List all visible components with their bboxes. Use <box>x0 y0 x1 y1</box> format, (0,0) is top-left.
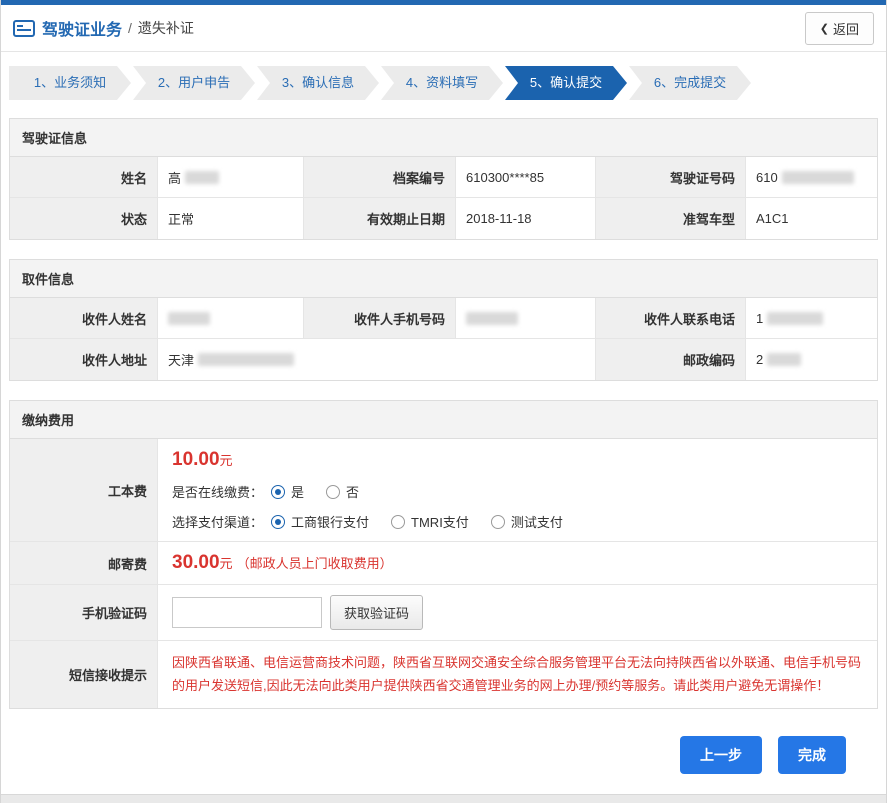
recipient-mobile-label: 收件人手机号码 <box>304 298 456 339</box>
online-pay-option-yes[interactable]: 是 <box>271 482 304 501</box>
pay-channel-tmri[interactable]: TMRI支付 <box>391 512 469 531</box>
pay-channel-test[interactable]: 测试支付 <box>491 512 563 531</box>
redacted-text <box>767 312 823 325</box>
postal-code-label: 邮政编码 <box>596 339 746 380</box>
step-4: 4、资料填写 <box>381 66 503 100</box>
status-value: 正常 <box>158 198 304 239</box>
payment-table: 工本费 10.00元 是否在线缴费： 是 否 选 <box>10 439 877 708</box>
vehicle-class-label: 准驾车型 <box>596 198 746 239</box>
sms-tip-content: 因陕西省联通、电信运营商技术问题，陕西省互联网交通安全综合服务管理平台无法向持陕… <box>158 641 877 708</box>
pay-channel-test-label: 测试支付 <box>511 512 563 531</box>
online-pay-question: 是否在线缴费： <box>172 482 263 501</box>
online-pay-question-line: 是否在线缴费： 是 否 <box>172 482 863 501</box>
previous-step-button[interactable]: 上一步 <box>680 736 762 774</box>
file-number-value: 610300****85 <box>456 157 596 198</box>
pickup-info-title: 取件信息 <box>10 260 877 298</box>
mail-fee-content: 30.00元 （邮政人员上门收取费用） <box>158 542 877 585</box>
online-pay-yes-label: 是 <box>291 482 304 501</box>
pay-channel-tmri-label: TMRI支付 <box>411 512 469 531</box>
online-pay-no-label: 否 <box>346 482 359 501</box>
pickup-info-table: 收件人姓名 收件人手机号码 收件人联系电话 1 收件人地址 天津 邮政编码 2 <box>10 298 877 380</box>
redacted-text <box>168 312 210 325</box>
sms-tip-text: 因陕西省联通、电信运营商技术问题，陕西省互联网交通安全综合服务管理平台无法向持陕… <box>172 651 863 698</box>
license-business-icon <box>13 20 35 37</box>
footer-actions: 上一步 完成 <box>1 722 886 794</box>
recipient-name-value <box>158 298 304 339</box>
online-pay-option-no[interactable]: 否 <box>326 482 359 501</box>
get-code-button[interactable]: 获取验证码 <box>330 595 423 630</box>
step-wizard: 1、业务须知 2、用户申告 3、确认信息 4、资料填写 5、确认提交 6、完成提… <box>1 52 886 112</box>
step-5-active: 5、确认提交 <box>505 66 627 100</box>
captcha-input[interactable] <box>172 597 322 628</box>
redacted-text <box>767 353 801 366</box>
finish-button[interactable]: 完成 <box>778 736 846 774</box>
redacted-text <box>198 353 294 366</box>
work-fee-amount-line: 10.00元 <box>172 449 863 471</box>
expiry-value: 2018-11-18 <box>456 198 596 239</box>
vehicle-class-value: A1C1 <box>746 198 877 239</box>
name-value: 高 <box>158 157 304 198</box>
recipient-address-value: 天津 <box>158 339 596 380</box>
captcha-content: 获取验证码 <box>158 585 877 641</box>
mail-fee-note: （邮政人员上门收取费用） <box>237 556 393 571</box>
radio-checked-icon[interactable] <box>271 485 285 499</box>
redacted-text <box>185 171 219 184</box>
breadcrumb-current: 遗失补证 <box>138 18 194 38</box>
license-number-value: 610 <box>746 157 877 198</box>
work-fee-unit: 元 <box>220 453 233 468</box>
recipient-phone-value: 1 <box>746 298 877 339</box>
recipient-name-label: 收件人姓名 <box>10 298 158 339</box>
recipient-mobile-value <box>456 298 596 339</box>
recipient-address-label: 收件人地址 <box>10 339 158 380</box>
step-2: 2、用户申告 <box>133 66 255 100</box>
mail-fee-label: 邮寄费 <box>10 542 158 585</box>
license-number-label: 驾驶证号码 <box>596 157 746 198</box>
pay-channel-question-line: 选择支付渠道： 工商银行支付 TMRI支付 测试支付 <box>172 512 863 531</box>
header: 驾驶证业务 / 遗失补证 ❮ 返回 <box>1 5 886 52</box>
step-3: 3、确认信息 <box>257 66 379 100</box>
work-fee-label: 工本费 <box>10 439 158 542</box>
work-fee-content: 10.00元 是否在线缴费： 是 否 选择支付渠道： <box>158 439 877 542</box>
redacted-text <box>782 171 854 184</box>
redacted-text <box>466 312 518 325</box>
license-info-section: 驾驶证信息 姓名 高 档案编号 610300****85 驾驶证号码 610 状… <box>9 118 878 240</box>
work-fee-amount: 10.00 <box>172 449 220 470</box>
pay-channel-icbc[interactable]: 工商银行支付 <box>271 512 369 531</box>
radio-unchecked-icon[interactable] <box>326 485 340 499</box>
recipient-phone-label: 收件人联系电话 <box>596 298 746 339</box>
page: 驾驶证业务 / 遗失补证 ❮ 返回 1、业务须知 2、用户申告 3、确认信息 4… <box>0 0 887 803</box>
captcha-row: 获取验证码 <box>172 595 863 630</box>
pay-channel-icbc-label: 工商银行支付 <box>291 512 369 531</box>
mail-fee-unit: 元 <box>220 556 233 571</box>
file-number-label: 档案编号 <box>304 157 456 198</box>
status-label: 状态 <box>10 198 158 239</box>
radio-unchecked-icon[interactable] <box>491 515 505 529</box>
license-info-table: 姓名 高 档案编号 610300****85 驾驶证号码 610 状态 正常 有… <box>10 157 877 239</box>
radio-unchecked-icon[interactable] <box>391 515 405 529</box>
step-1: 1、业务须知 <box>9 66 131 100</box>
sms-tip-label: 短信接收提示 <box>10 641 158 708</box>
expiry-label: 有效期止日期 <box>304 198 456 239</box>
back-button[interactable]: ❮ 返回 <box>805 12 874 45</box>
back-button-label: 返回 <box>833 19 859 38</box>
payment-title: 缴纳费用 <box>10 401 877 439</box>
mail-fee-amount: 30.00 <box>172 552 220 573</box>
page-title: 驾驶证业务 <box>42 16 122 40</box>
payment-section: 缴纳费用 工本费 10.00元 是否在线缴费： 是 否 <box>9 400 878 709</box>
mail-fee-amount-line: 30.00元 （邮政人员上门收取费用） <box>172 552 863 574</box>
chevron-left-icon: ❮ <box>820 22 829 35</box>
postal-code-value: 2 <box>746 339 877 380</box>
license-info-title: 驾驶证信息 <box>10 119 877 157</box>
captcha-label: 手机验证码 <box>10 585 158 641</box>
step-6: 6、完成提交 <box>629 66 751 100</box>
pay-channel-question: 选择支付渠道： <box>172 512 263 531</box>
pickup-info-section: 取件信息 收件人姓名 收件人手机号码 收件人联系电话 1 收件人地址 天津 邮政… <box>9 259 878 381</box>
breadcrumb-separator: / <box>128 20 132 36</box>
name-label: 姓名 <box>10 157 158 198</box>
radio-checked-icon[interactable] <box>271 515 285 529</box>
bottom-bar <box>1 794 886 803</box>
